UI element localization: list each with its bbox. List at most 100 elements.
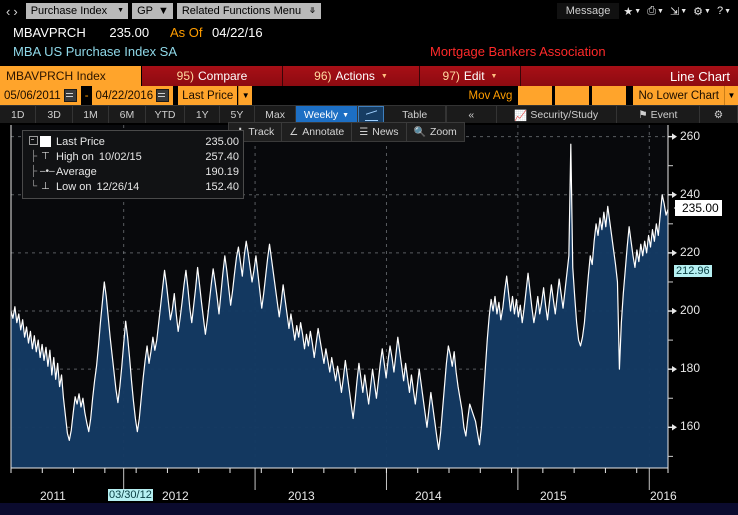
date-marker-label: 03/30/12 xyxy=(108,489,153,501)
nav-arrows[interactable]: ‹› xyxy=(0,5,26,18)
legend-value-high: 257.40 xyxy=(205,150,239,163)
tab-period-ytd[interactable]: YTD xyxy=(146,106,186,124)
flag-icon: ⚑ xyxy=(638,109,648,121)
price-field-chevron-down-icon[interactable]: ▼ xyxy=(238,86,253,105)
chevron-down-icon: ▼ xyxy=(490,72,498,80)
calendar-icon[interactable] xyxy=(63,89,77,102)
gear-icon: ⚙ xyxy=(713,109,724,121)
gp-label: GP xyxy=(137,5,153,17)
compare-button[interactable]: 95) Compare xyxy=(142,66,283,86)
end-date-input[interactable]: 04/22/2016 xyxy=(91,86,175,105)
chart-type-title: Line Chart xyxy=(670,68,730,84)
legend-row-last-price[interactable]: Last Price 235.00 xyxy=(27,134,239,149)
tab-period-1y[interactable]: 1Y xyxy=(185,106,221,124)
price-field-value: Last Price xyxy=(182,89,234,102)
data-provider: Mortgage Bankers Association xyxy=(430,44,606,59)
lower-chart-chevron-down-icon[interactable]: ▼ xyxy=(724,86,738,105)
legend-row-high: ├ ⊤ High on 10/02/15 257.40 xyxy=(27,149,239,164)
legend-date-low: 12/26/14 xyxy=(96,180,140,193)
lower-chart-select[interactable]: No Lower Chart xyxy=(633,86,724,105)
x-axis-label-2016: 2016 xyxy=(650,489,677,503)
security-study-button[interactable]: 📈 Security/Study xyxy=(497,106,617,124)
window-toolbar: ‹› Purchase Index ▼ GP ▼ Related Functio… xyxy=(0,0,738,22)
bloomberg-chart-app: ‹› Purchase Index ▼ GP ▼ Related Functio… xyxy=(0,0,738,515)
track-label: Track xyxy=(248,126,275,138)
tree-corner-icon: └ xyxy=(29,181,38,192)
chart-settings-button[interactable]: ⚙ xyxy=(700,106,738,124)
ticker-selector-label: Purchase Index xyxy=(30,5,108,17)
gp-selector[interactable]: GP ▼ xyxy=(132,3,173,19)
parameter-bar: 05/06/2011 - 04/22/2016 Last Price ▼ Mov… xyxy=(0,86,738,105)
tree-branch-icon: ├ xyxy=(29,166,38,177)
tab-period-1d[interactable]: 1D xyxy=(0,106,37,124)
series-color-swatch xyxy=(40,136,51,147)
export-icon[interactable]: ⇲ ▼ xyxy=(667,5,690,18)
high-tick-icon: ⊤ xyxy=(41,151,50,162)
date-range-dash: - xyxy=(84,89,89,102)
x-axis-label-2011: 2011 xyxy=(40,489,66,503)
bottom-status-bar xyxy=(0,503,738,515)
y-axis-label-240: 240 xyxy=(680,186,701,201)
frequency-value: Weekly xyxy=(303,109,339,121)
actions-number: 96) xyxy=(314,69,332,83)
tab-period-1m[interactable]: 1M xyxy=(73,106,110,124)
screen-share-icon[interactable]: ⎙ ▼ xyxy=(644,5,667,18)
legend-label-low: Low on xyxy=(56,180,92,193)
gear-icon[interactable]: ⚙ ▼ xyxy=(690,5,714,18)
average-price-label: 212.96 xyxy=(674,265,712,278)
start-date-input[interactable]: 05/06/2011 xyxy=(0,86,82,105)
y-axis-label-260: 260 xyxy=(680,128,701,143)
legend-value-average: 190.19 xyxy=(205,165,239,178)
edit-button[interactable]: 97) Edit ▼ xyxy=(420,66,521,86)
nav-forward-icon[interactable]: › xyxy=(13,4,20,19)
chevron-down-icon: ▼ xyxy=(117,7,125,14)
mov-avg-input-2[interactable] xyxy=(555,86,591,105)
last-price-callout: 235.00 xyxy=(674,200,722,217)
y-axis-label-180: 180 xyxy=(680,361,701,376)
chart-tool-strip: ✚ Track ∠ Annotate ☰ News 🔍 Zoom xyxy=(228,122,465,142)
tab-period-3d[interactable]: 3D xyxy=(36,106,73,124)
ticker-selector[interactable]: Purchase Index ▼ xyxy=(25,3,129,19)
chevron-down-icon: ▼ xyxy=(380,72,388,80)
low-tick-icon: ⊥ xyxy=(41,181,50,192)
news-button[interactable]: ☰ News xyxy=(352,123,407,141)
y-axis-label-160: 160 xyxy=(680,419,701,434)
legend-value-low: 152.40 xyxy=(205,180,239,193)
security-field-input[interactable]: MBAVPRCH Index xyxy=(0,66,142,86)
tab-period-6m[interactable]: 6M xyxy=(109,106,146,124)
parameter-bar-spacer xyxy=(252,86,462,105)
security-header: MBAVPRCH 235.00 As Of 04/22/16 MBA US Pu… xyxy=(0,22,738,66)
legend-label-high: High on xyxy=(56,150,94,163)
start-date-value: 05/06/2011 xyxy=(4,89,61,102)
mov-avg-input-3[interactable] xyxy=(592,86,628,105)
annotate-angle-icon: ∠ xyxy=(289,126,299,138)
average-dot-icon: –•– xyxy=(40,166,55,177)
zoom-magnifier-icon: 🔍 xyxy=(413,126,426,138)
zoom-label: Zoom xyxy=(429,126,457,138)
event-button[interactable]: ⚑ Event xyxy=(617,106,700,124)
y-axis-label-220: 220 xyxy=(680,244,701,259)
line-chart-icon xyxy=(364,110,378,121)
collapse-box-icon[interactable] xyxy=(27,135,40,148)
asof-date: 04/22/16 xyxy=(212,25,263,40)
mov-avg-input-1[interactable] xyxy=(518,86,554,105)
edit-number: 97) xyxy=(442,69,460,83)
function-bar-spacer xyxy=(521,66,662,86)
message-button[interactable]: Message xyxy=(555,2,621,20)
legend-label-average: Average xyxy=(56,165,97,178)
mov-avg-label: Mov Avg xyxy=(468,89,513,102)
chart-legend: Last Price 235.00 ├ ⊤ High on 10/02/15 2… xyxy=(22,130,244,199)
annotate-button[interactable]: ∠ Annotate xyxy=(282,123,353,141)
compare-label: Compare xyxy=(197,69,248,83)
price-field-select[interactable]: Last Price xyxy=(178,86,239,105)
security-ticker: MBAVPRCH xyxy=(13,25,86,40)
legend-value-last-price: 235.00 xyxy=(205,135,239,148)
actions-button[interactable]: 96) Actions ▼ xyxy=(283,66,420,86)
edit-label: Edit xyxy=(463,69,485,83)
star-icon[interactable]: ★ ▼ xyxy=(620,5,644,18)
x-axis-label-2014: 2014 xyxy=(415,489,442,503)
zoom-button[interactable]: 🔍 Zoom xyxy=(407,123,464,141)
help-icon[interactable]: ? ▼ xyxy=(714,5,734,17)
calendar-icon[interactable] xyxy=(156,89,170,102)
related-functions-menu[interactable]: Related Functions Menu ⤋ xyxy=(176,3,321,19)
